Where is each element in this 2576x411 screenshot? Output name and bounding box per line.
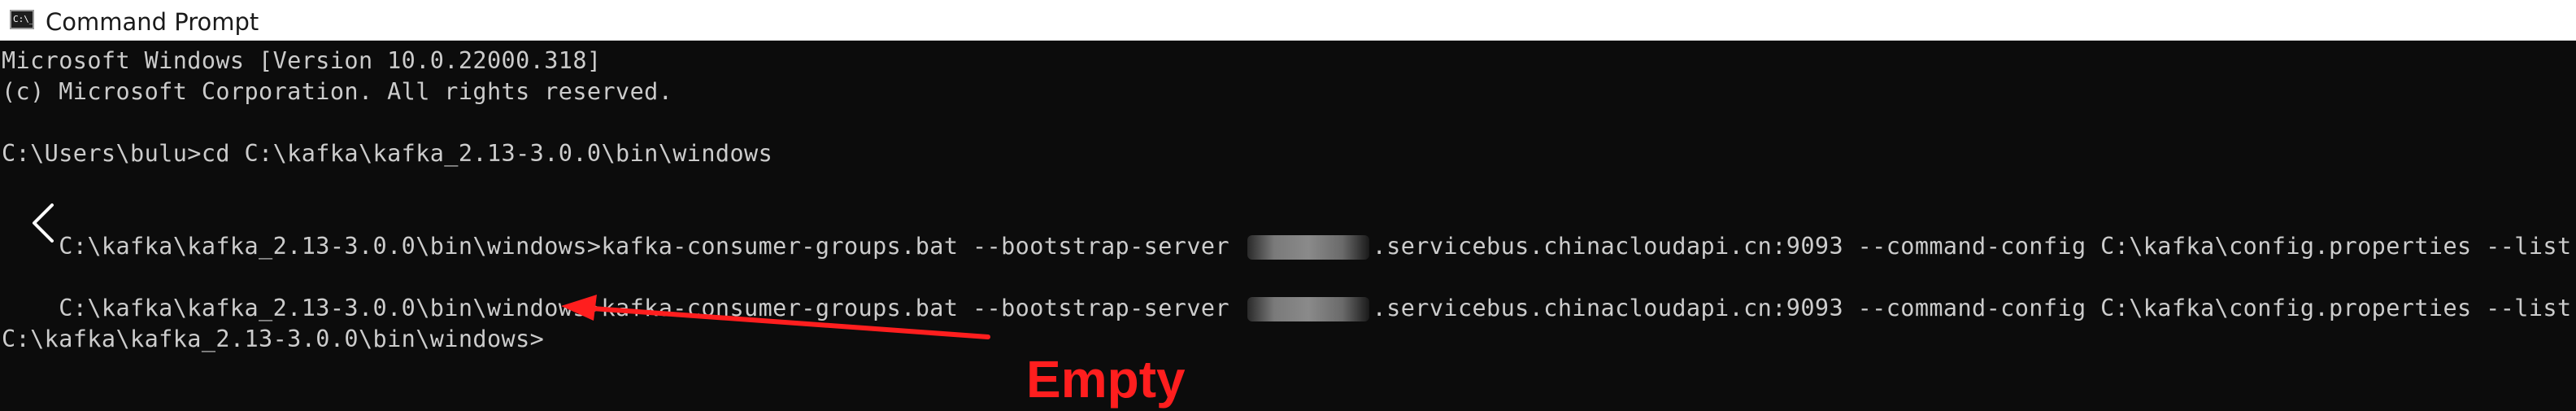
console-line: (c) Microsoft Corporation. All rights re…	[2, 78, 673, 105]
command-suffix: .servicebus.chinacloudapi.cn:9093 --comm…	[1372, 233, 2572, 260]
command-suffix: .servicebus.chinacloudapi.cn:9093 --comm…	[1372, 295, 2572, 321]
console-line: C:\Users\bulu>cd C:\kafka\kafka_2.13-3.0…	[2, 140, 773, 167]
console-line: C:\kafka\kafka_2.13-3.0.0\bin\windows>ka…	[2, 200, 2572, 260]
title-bar[interactable]: C:\_ Command Prompt	[0, 0, 2576, 41]
cmd-icon: C:\_	[10, 10, 34, 29]
annotation-label: Empty	[1026, 350, 1186, 409]
console-line: Microsoft Windows [Version 10.0.22000.31…	[2, 47, 602, 74]
console-prompt[interactable]: C:\kafka\kafka_2.13-3.0.0\bin\windows>	[2, 324, 544, 355]
console-line: C:\kafka\kafka_2.13-3.0.0\bin\windows>ka…	[2, 262, 2572, 321]
command-prefix: C:\kafka\kafka_2.13-3.0.0\bin\windows>ka…	[59, 233, 1244, 260]
annotation-arrow-icon	[561, 295, 990, 339]
window-title: Command Prompt	[46, 8, 259, 36]
console-output[interactable]: Microsoft Windows [Version 10.0.22000.31…	[0, 46, 2576, 411]
chevron-left-icon[interactable]	[29, 202, 57, 244]
redacted-namespace	[1247, 297, 1369, 321]
redacted-namespace	[1247, 235, 1369, 260]
